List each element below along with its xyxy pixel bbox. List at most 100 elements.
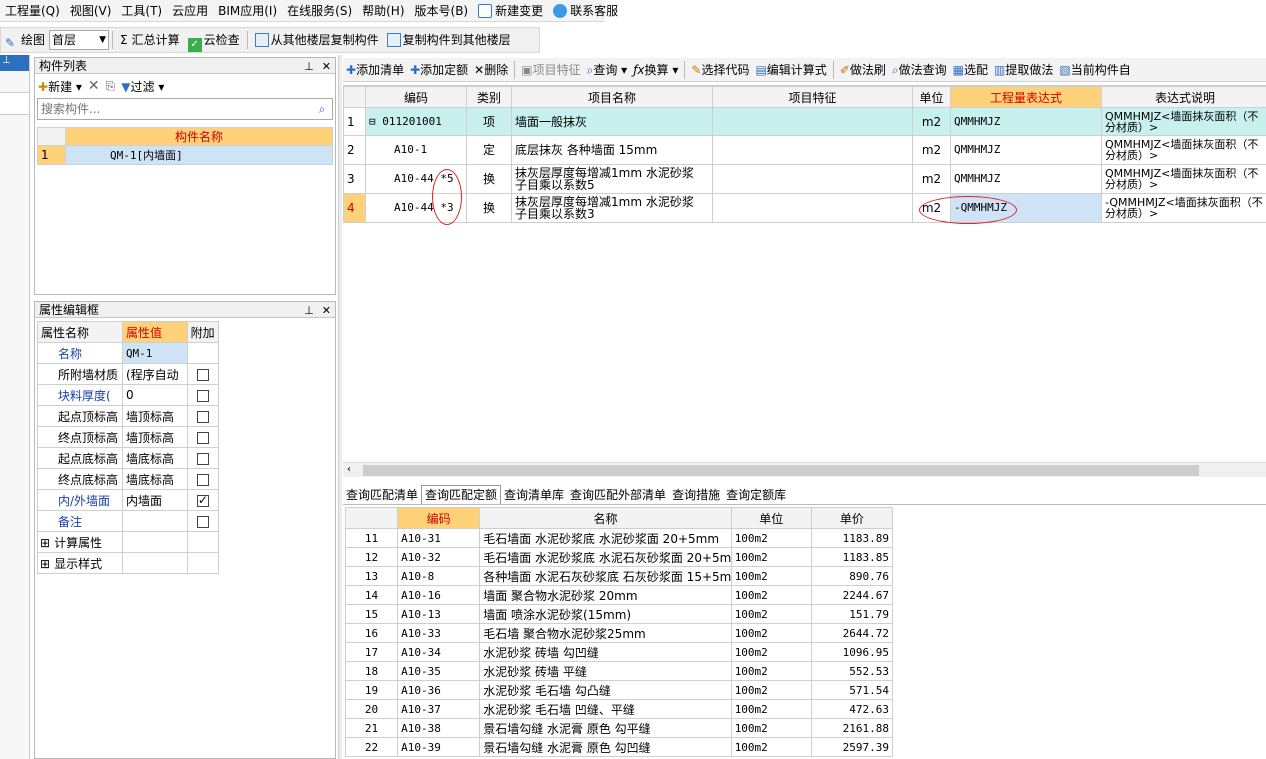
- horizontal-scrollbar[interactable]: ‹: [343, 462, 1266, 477]
- select-code-button[interactable]: ✎选择代码: [688, 61, 752, 78]
- menu-bim[interactable]: BIM应用(I): [213, 0, 282, 22]
- property-row[interactable]: ⊞ 计算属性: [37, 531, 220, 553]
- cell-desc[interactable]: QMMHMJZ<墙面抹灰面积（不分材质）>: [1101, 164, 1266, 194]
- cell-desc[interactable]: -QMMHMJZ<墙面抹灰面积（不分材质）>: [1101, 193, 1266, 223]
- cell-name[interactable]: 墙面一般抹灰: [511, 107, 713, 136]
- property-value[interactable]: [121, 552, 188, 574]
- property-row[interactable]: 块料厚度(0: [37, 384, 220, 406]
- attach-checkbox[interactable]: [196, 389, 209, 402]
- delete-icon[interactable]: ✕: [88, 78, 100, 94]
- table-row[interactable]: 1 QM-1[内墙面]: [37, 145, 333, 165]
- cell-expr[interactable]: QMMHMJZ: [950, 164, 1102, 194]
- query-button[interactable]: ⌕查询 ▾: [584, 61, 631, 78]
- property-row[interactable]: ⊞ 显示样式: [37, 552, 220, 574]
- floor-select[interactable]: 首层 ▼: [49, 30, 110, 50]
- table-row[interactable]: 14 A10-16 墙面 聚合物水泥砂浆 20mm 100m2 2244.67: [344, 585, 894, 605]
- method-query-button[interactable]: ⌕做法查询: [889, 61, 950, 78]
- property-value[interactable]: (程序自动: [121, 363, 188, 385]
- table-row[interactable]: 3 A10-44 *5 换抹灰层厚度每增减1mm 水泥砂浆 子目乘以系数5 m2 QMM…: [343, 164, 1266, 194]
- cell-type[interactable]: 换: [466, 193, 512, 223]
- property-row[interactable]: 所附墙材质 (程序自动: [37, 363, 220, 385]
- menu-new-change[interactable]: 新建变更: [473, 0, 548, 22]
- cell-expr[interactable]: QMMHMJZ: [950, 135, 1102, 165]
- cell-feature[interactable]: [712, 193, 913, 223]
- add-list-button[interactable]: ✚添加清单: [343, 61, 407, 78]
- property-value[interactable]: 墙顶标高: [121, 426, 188, 448]
- property-row[interactable]: 终点顶标高 墙顶标高: [37, 426, 220, 448]
- table-row[interactable]: 11 A10-31 毛石墙面 水泥砂浆底 水泥砂浆面 20+5mm 100m2 1183…: [344, 528, 894, 548]
- close-icon[interactable]: ✕: [322, 304, 331, 317]
- attach-checkbox[interactable]: [196, 493, 209, 507]
- menu-quantity[interactable]: 工程量(Q): [0, 0, 65, 22]
- splitter[interactable]: [338, 55, 342, 759]
- property-row[interactable]: 起点顶标高 墙顶标高: [37, 405, 220, 427]
- filter-button[interactable]: ▼过滤 ▾: [121, 78, 164, 95]
- cell-name[interactable]: 抹灰层厚度每增减1mm 水泥砂浆 子目乘以系数3: [511, 193, 713, 223]
- add-quota-button[interactable]: ✚添加定额: [407, 61, 471, 78]
- property-row[interactable]: 名称 QM-1: [37, 342, 220, 364]
- scrollbar-thumb[interactable]: [363, 465, 1199, 476]
- nav-item[interactable]: [0, 93, 29, 115]
- tab-match-external-list[interactable]: 查询匹配外部清单: [567, 486, 669, 504]
- table-row[interactable]: 12 A10-32 毛石墙面 水泥砂浆底 水泥石灰砂浆面 20+5mm 100m2 11…: [344, 547, 894, 567]
- cell-unit[interactable]: m2: [912, 164, 951, 194]
- menu-view[interactable]: 视图(V): [65, 0, 117, 22]
- draw-button[interactable]: ✎ 绘图: [1, 28, 49, 52]
- collapse-icon[interactable]: ⊟: [369, 115, 382, 128]
- copy-icon[interactable]: ⎘: [106, 79, 116, 94]
- property-value[interactable]: 墙底标高: [121, 468, 188, 490]
- current-component-button[interactable]: ▧当前构件自: [1056, 61, 1133, 78]
- property-value[interactable]: 内墙面: [121, 489, 188, 511]
- cell-unit[interactable]: m2: [912, 135, 951, 165]
- table-row[interactable]: 2 A10-1 定 底层抹灰 各种墙面 15mm m2 QMMHMJZ QMMHMJZ<墙面…: [343, 135, 1266, 165]
- property-value[interactable]: QM-1: [121, 342, 188, 364]
- copy-from-button[interactable]: 从其他楼层复制构件: [251, 28, 383, 52]
- attach-checkbox[interactable]: [196, 452, 209, 465]
- table-row[interactable]: 20 A10-37 水泥砂浆 毛石墙 凹缝、平缝 100m2 472.63: [344, 699, 894, 719]
- sum-button[interactable]: Σ 汇总计算: [116, 28, 184, 52]
- tab-match-quota[interactable]: 查询匹配定额: [421, 485, 502, 504]
- convert-button[interactable]: ƒx换算 ▾: [630, 61, 681, 78]
- attach-checkbox[interactable]: [196, 473, 209, 486]
- table-row[interactable]: 21 A10-38 景石墙勾缝 水泥膏 原色 勾平缝 100m2 2161.88: [344, 718, 894, 738]
- cloud-check-button[interactable]: ✓ 云检查: [184, 28, 244, 52]
- item-feature-button[interactable]: ▣项目特征: [518, 61, 583, 78]
- cell-feature[interactable]: [712, 164, 913, 194]
- extract-method-button[interactable]: ▥提取做法: [991, 61, 1056, 78]
- menu-cloud[interactable]: 云应用: [167, 0, 213, 22]
- attach-checkbox[interactable]: [196, 431, 209, 444]
- copy-to-button[interactable]: 复制构件到其他楼层: [383, 28, 515, 52]
- edit-formula-button[interactable]: ▤编辑计算式: [752, 61, 829, 78]
- search-icon[interactable]: ⌕: [312, 99, 332, 119]
- menu-tools[interactable]: 工具(T): [116, 0, 167, 22]
- cell-desc[interactable]: QMMHMJZ<墙面抹灰面积（不分材质）>: [1101, 135, 1266, 165]
- cell-name[interactable]: 抹灰层厚度每增减1mm 水泥砂浆 子目乘以系数5: [511, 164, 713, 194]
- scroll-left-icon[interactable]: ‹: [347, 463, 351, 477]
- cell-expr[interactable]: QMMHMJZ: [950, 107, 1102, 136]
- pin-icon[interactable]: ⊥: [304, 304, 314, 317]
- expand-icon[interactable]: ⊞: [40, 536, 50, 550]
- pin-icon[interactable]: ⊥: [304, 60, 314, 73]
- menu-support[interactable]: 联系客服: [548, 0, 623, 22]
- property-row[interactable]: 内/外墙面 内墙面: [37, 489, 220, 511]
- method-brush-button[interactable]: ✐做法刷: [837, 61, 889, 78]
- table-row[interactable]: 4 A10-44 *3 换抹灰层厚度每增减1mm 水泥砂浆 子目乘以系数3 m2 -QM…: [343, 193, 1266, 223]
- property-value[interactable]: [121, 531, 188, 553]
- new-button[interactable]: ✚新建 ▾: [38, 78, 82, 95]
- table-row[interactable]: 15 A10-13 墙面 喷涂水泥砂浆(15mm) 100m2 151.79: [344, 604, 894, 624]
- delete-button[interactable]: ✕删除: [471, 61, 511, 78]
- close-icon[interactable]: ✕: [322, 60, 331, 73]
- match-button[interactable]: ▦选配: [950, 61, 991, 78]
- property-value[interactable]: [121, 510, 188, 532]
- property-value[interactable]: 0: [121, 384, 188, 406]
- cell-code[interactable]: ⊟ 011201001: [365, 107, 467, 136]
- expand-icon[interactable]: ⊞: [40, 557, 50, 571]
- pin-icon[interactable]: ⊥: [0, 55, 29, 71]
- cell-code[interactable]: A10-1: [365, 135, 467, 165]
- table-row[interactable]: 1 ⊟ 011201001 项 墙面一般抹灰 m2 QMMHMJZ QMMHMJZ<墙面抹灰…: [343, 107, 1266, 136]
- attach-checkbox[interactable]: [196, 368, 209, 381]
- table-row[interactable]: 17 A10-34 水泥砂浆 砖墙 勾凹缝 100m2 1096.95: [344, 642, 894, 662]
- table-row[interactable]: 16 A10-33 毛石墙 聚合物水泥砂浆25mm 100m2 2644.72: [344, 623, 894, 643]
- menu-online[interactable]: 在线服务(S): [282, 0, 357, 22]
- property-value[interactable]: 墙顶标高: [121, 405, 188, 427]
